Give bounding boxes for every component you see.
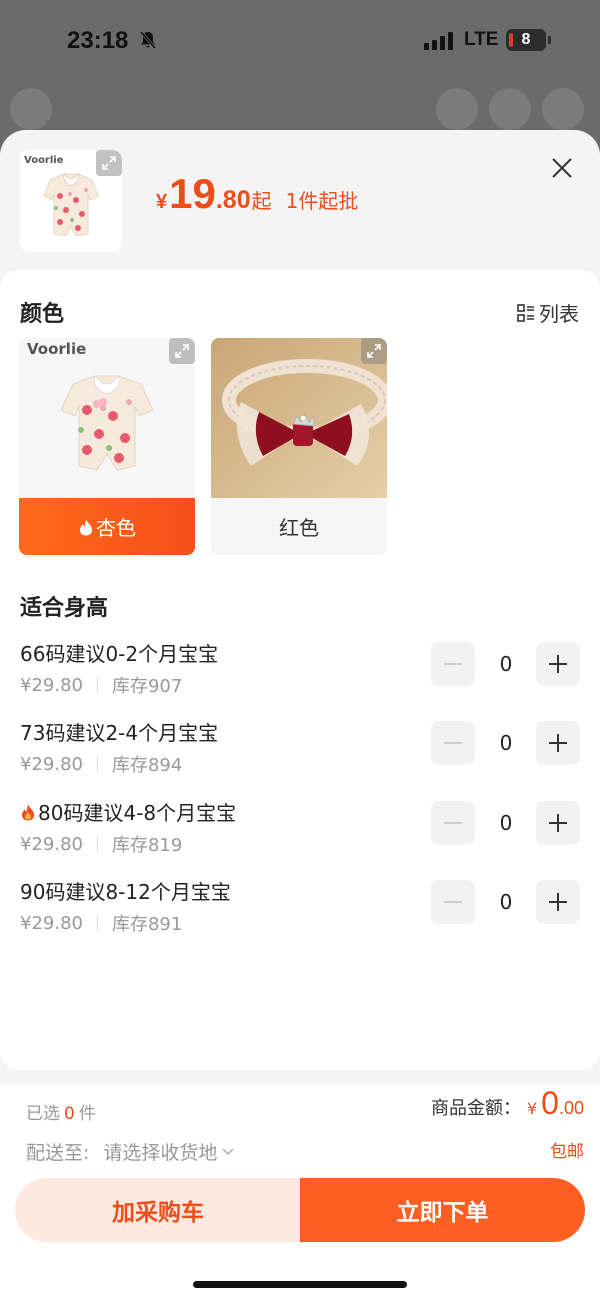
price-suffix: 起 xyxy=(251,189,272,213)
chevron-down-icon xyxy=(222,1147,234,1155)
size-price: ¥29.80 xyxy=(20,753,83,775)
size-name: 73码建议2-4个月宝宝 xyxy=(20,717,218,746)
sheet-header: Voorlie ¥ 19 .80 起 1件起批 xyxy=(0,130,600,280)
selected-count: 已选 0 件 xyxy=(26,1099,96,1124)
decrease-button[interactable] xyxy=(431,642,475,686)
bell-muted-icon xyxy=(139,31,157,49)
list-icon xyxy=(517,303,534,322)
divider xyxy=(96,915,98,931)
min-order-qty: 1件起批 xyxy=(285,189,359,213)
increase-button[interactable] xyxy=(536,880,580,924)
size-name-text: 90码建议8-12个月宝宝 xyxy=(20,880,231,904)
increase-button[interactable] xyxy=(536,801,580,845)
flame-icon xyxy=(80,518,92,535)
sku-selector-sheet: Voorlie ¥ 19 .80 起 1件起批 颜色 列表 Voorlie 杏色… xyxy=(0,130,600,1300)
more-button-bg xyxy=(542,88,584,130)
signal-icon xyxy=(424,32,453,50)
size-price: ¥29.80 xyxy=(20,833,83,855)
color-section-title: 颜色 xyxy=(20,302,65,327)
size-section-title: 适合身高 xyxy=(20,596,109,621)
size-meta: ¥29.80 库存894 xyxy=(20,751,182,777)
price-decimal: .80 xyxy=(215,186,251,214)
list-view-toggle[interactable]: 列表 xyxy=(517,298,579,327)
size-row: 90码建议8-12个月宝宝 ¥29.80 库存891 0 xyxy=(20,876,580,940)
battery-tip xyxy=(548,36,551,44)
ship-address-placeholder[interactable]: 请选择收货地 xyxy=(103,1138,217,1165)
decrease-button[interactable] xyxy=(431,801,475,845)
amount-decimal: .00 xyxy=(558,1098,584,1118)
price-currency: ¥ xyxy=(156,191,168,213)
decrease-button[interactable] xyxy=(431,880,475,924)
selected-number: 0 xyxy=(64,1104,75,1124)
size-stock: 库存819 xyxy=(111,835,183,856)
size-stock: 库存891 xyxy=(111,914,183,935)
increase-button[interactable] xyxy=(536,721,580,765)
size-name: 90码建议8-12个月宝宝 xyxy=(20,876,231,905)
color-option-label: 杏色 xyxy=(19,498,195,555)
product-thumbnail[interactable]: Voorlie xyxy=(20,150,122,252)
size-meta: ¥29.80 库存819 xyxy=(20,831,182,857)
shipping-address-selector[interactable]: 配送至: 请选择收货地 xyxy=(26,1138,235,1165)
color-label-text: 红色 xyxy=(279,516,319,540)
size-price: ¥29.80 xyxy=(20,912,83,934)
cart-button-bg xyxy=(436,88,478,130)
battery-icon: 8 xyxy=(506,29,546,51)
size-row: 66码建议0-2个月宝宝 ¥29.80 库存907 0 xyxy=(20,638,580,702)
status-time: 23:18 xyxy=(67,27,129,54)
quantity-value[interactable]: 0 xyxy=(486,880,526,924)
amount-currency: ¥ xyxy=(526,1099,538,1118)
price-integer: 19 xyxy=(169,170,216,217)
add-to-cart-button[interactable]: 加采购车 xyxy=(15,1178,301,1242)
share-button-bg xyxy=(489,88,531,130)
size-row: 80码建议4-8个月宝宝 ¥29.80 库存819 0 xyxy=(20,797,580,861)
order-footer: 已选 0 件 商品金额： ¥ 0 .00 配送至: 请选择收货地 包邮 加采购车 立… xyxy=(0,1085,600,1300)
back-button-bg xyxy=(10,88,52,130)
divider xyxy=(96,677,98,693)
expand-image-icon[interactable] xyxy=(361,338,387,364)
price-display: ¥ 19 .80 起 1件起批 xyxy=(156,170,358,218)
size-name-text: 73码建议2-4个月宝宝 xyxy=(20,721,219,745)
options-card: 颜色 列表 Voorlie 杏色 红色 适合身高 66码建议0-2个月宝宝 ¥2… xyxy=(0,270,600,1070)
home-indicator xyxy=(193,1281,407,1288)
size-meta: ¥29.80 库存907 xyxy=(20,672,182,698)
quantity-value[interactable]: 0 xyxy=(486,801,526,845)
size-price: ¥29.80 xyxy=(20,674,83,696)
battery-level: 8 xyxy=(521,31,531,48)
selected-prefix: 已选 xyxy=(26,1104,60,1124)
selected-unit: 件 xyxy=(78,1104,96,1124)
flame-icon xyxy=(22,803,34,820)
size-row: 73码建议2-4个月宝宝 ¥29.80 库存894 0 xyxy=(20,717,580,781)
expand-image-icon[interactable] xyxy=(96,150,122,176)
brand-mark: Voorlie xyxy=(27,340,86,358)
quantity-value[interactable]: 0 xyxy=(486,721,526,765)
color-option-red[interactable]: 红色 xyxy=(211,338,387,555)
increase-button[interactable] xyxy=(536,642,580,686)
size-name-text: 66码建议0-2个月宝宝 xyxy=(20,642,219,666)
quantity-value[interactable]: 0 xyxy=(486,642,526,686)
size-name: 66码建议0-2个月宝宝 xyxy=(20,638,218,667)
size-meta: ¥29.80 库存891 xyxy=(20,910,182,936)
expand-image-icon[interactable] xyxy=(169,338,195,364)
color-option-label: 红色 xyxy=(211,498,387,555)
free-shipping-badge: 包邮 xyxy=(550,1142,584,1162)
close-icon[interactable] xyxy=(548,154,576,182)
amount-integer: 0 xyxy=(541,1085,559,1121)
color-option-apricot[interactable]: Voorlie 杏色 xyxy=(19,338,195,555)
decrease-button[interactable] xyxy=(431,721,475,765)
size-name-text: 80码建议4-8个月宝宝 xyxy=(38,801,237,825)
brand-mark: Voorlie xyxy=(24,155,64,166)
size-stock: 库存907 xyxy=(111,676,183,697)
color-label-text: 杏色 xyxy=(96,516,136,540)
ship-label: 配送至: xyxy=(26,1142,90,1164)
size-stock: 库存894 xyxy=(111,755,183,776)
status-bar: 23:18 LTE 8 xyxy=(0,0,600,84)
network-type: LTE xyxy=(464,29,499,50)
divider xyxy=(96,756,98,772)
total-amount: 商品金额： ¥ 0 .00 xyxy=(431,1085,584,1122)
size-name: 80码建议4-8个月宝宝 xyxy=(20,797,236,826)
buy-now-button[interactable]: 立即下单 xyxy=(300,1178,585,1242)
amount-label: 商品金额： xyxy=(430,1098,521,1119)
divider xyxy=(96,836,98,852)
list-view-label: 列表 xyxy=(539,302,579,326)
